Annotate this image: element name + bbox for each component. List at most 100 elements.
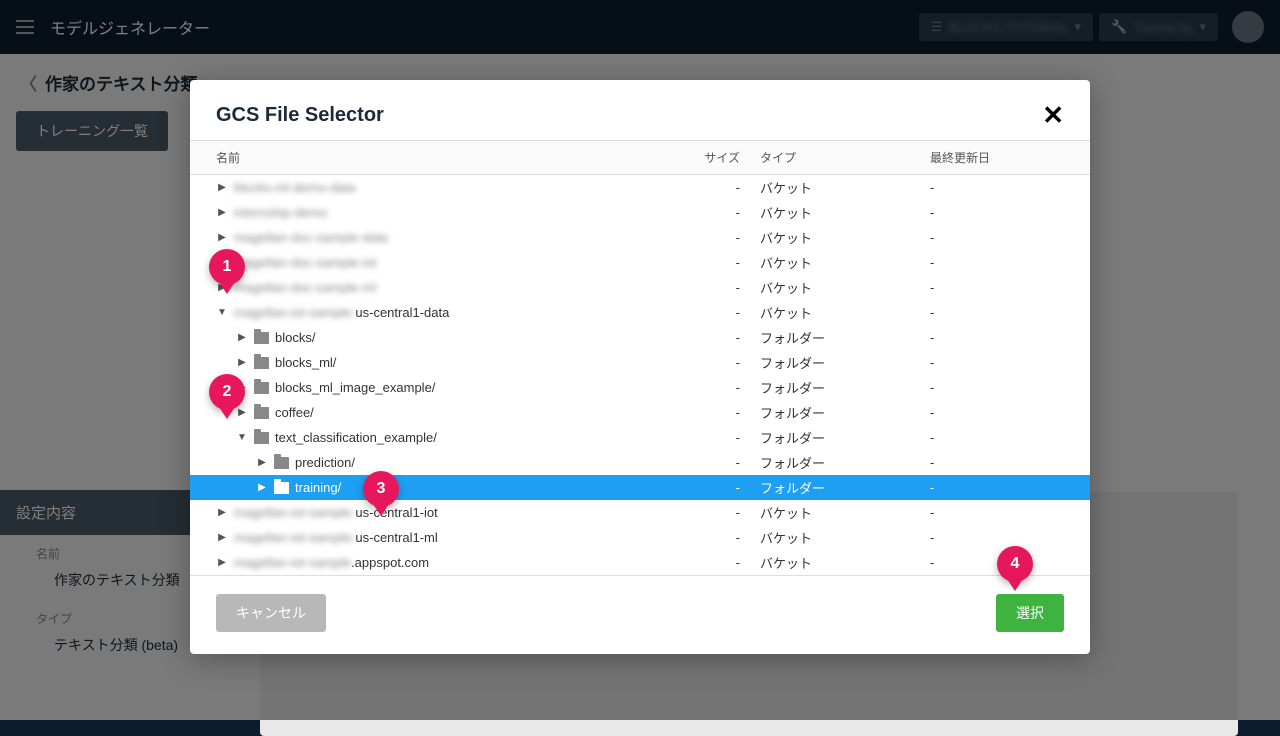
row-date: -	[920, 180, 1090, 195]
callout-3: 3	[363, 471, 399, 517]
row-date: -	[920, 355, 1090, 370]
chevron-right-icon[interactable]	[216, 207, 228, 218]
row-size: -	[690, 505, 750, 520]
gcs-file-selector-modal: GCS File Selector ✕ 名前 サイズ タイプ 最終更新日 blo…	[190, 80, 1090, 654]
row-name: magellan-doc-sample-iot	[234, 255, 376, 270]
table-row[interactable]: blocks/-フォルダー-	[190, 325, 1090, 350]
close-icon[interactable]: ✕	[1042, 102, 1064, 128]
row-date: -	[920, 280, 1090, 295]
modal-title: GCS File Selector	[216, 104, 384, 127]
callout-4: 4	[997, 546, 1033, 592]
table-header: 名前 サイズ タイプ 最終更新日	[190, 140, 1090, 175]
row-type: バケット	[750, 528, 920, 547]
row-type: バケット	[750, 303, 920, 322]
row-name-prefix: magellan-iot-sample-	[234, 530, 355, 545]
callout-2: 2	[209, 374, 245, 420]
row-type: フォルダー	[750, 428, 920, 447]
row-type: フォルダー	[750, 453, 920, 472]
row-type: フォルダー	[750, 403, 920, 422]
folder-icon	[274, 457, 289, 469]
row-name: us-central1-ml	[355, 530, 437, 545]
chevron-right-icon[interactable]	[216, 232, 228, 243]
row-date: -	[920, 205, 1090, 220]
table-row[interactable]: magellan-doc-sample-iot-バケット-	[190, 250, 1090, 275]
row-name: .appspot.com	[351, 555, 429, 570]
row-size: -	[690, 305, 750, 320]
chevron-right-icon[interactable]	[216, 182, 228, 193]
row-type: フォルダー	[750, 378, 920, 397]
row-name: blocks/	[275, 330, 315, 345]
chevron-right-icon[interactable]	[216, 532, 228, 543]
chevron-right-icon[interactable]	[216, 557, 228, 568]
row-date: -	[920, 230, 1090, 245]
file-tree[interactable]: blocks-ml-demo-data-バケット-internship-demo…	[190, 175, 1090, 576]
col-type: タイプ	[750, 149, 920, 166]
row-name: magellan-doc-sample-data	[234, 230, 388, 245]
row-size: -	[690, 230, 750, 245]
table-row[interactable]: prediction/ -フォルダー-	[190, 450, 1090, 475]
row-name: internship-demo	[234, 205, 327, 220]
row-size: -	[690, 555, 750, 570]
row-name: blocks-ml-demo-data	[234, 180, 355, 195]
row-date: -	[920, 480, 1090, 495]
row-size: -	[690, 430, 750, 445]
row-type: バケット	[750, 503, 920, 522]
table-row[interactable]: internship-demo -バケット-	[190, 200, 1090, 225]
folder-icon	[254, 432, 269, 444]
row-size: -	[690, 205, 750, 220]
table-row[interactable]: magellan-iot-sample-us-central1-ml-バケット-	[190, 525, 1090, 550]
row-name: text_classification_example/	[275, 430, 437, 445]
col-date: 最終更新日	[920, 149, 1090, 166]
row-type: バケット	[750, 553, 920, 572]
row-size: -	[690, 280, 750, 295]
row-date: -	[920, 530, 1090, 545]
row-size: -	[690, 380, 750, 395]
chevron-right-icon[interactable]	[216, 507, 228, 518]
row-type: フォルダー	[750, 353, 920, 372]
table-row[interactable]: blocks_ml/-フォルダー-	[190, 350, 1090, 375]
row-date: -	[920, 430, 1090, 445]
cancel-button[interactable]: キャンセル	[216, 594, 326, 632]
chevron-right-icon[interactable]	[256, 482, 268, 493]
table-row[interactable]: coffee/-フォルダー-	[190, 400, 1090, 425]
folder-icon	[274, 482, 289, 494]
chevron-right-icon[interactable]	[256, 457, 268, 468]
row-name: prediction/	[295, 455, 355, 470]
table-row[interactable]: magellan-doc-sample-data -バケット-	[190, 225, 1090, 250]
row-size: -	[690, 355, 750, 370]
row-name: blocks_ml_image_example/	[275, 380, 435, 395]
chevron-down-icon[interactable]	[216, 307, 228, 318]
folder-icon	[254, 332, 269, 344]
chevron-right-icon[interactable]	[236, 332, 248, 343]
row-size: -	[690, 330, 750, 345]
chevron-down-icon[interactable]	[236, 432, 248, 443]
table-row[interactable]: blocks-ml-demo-data -バケット-	[190, 175, 1090, 200]
row-name-prefix: magellan-iot-sample-	[234, 505, 355, 520]
table-row[interactable]: magellan-iot-sample-us-central1-iot-バケット…	[190, 500, 1090, 525]
table-row[interactable]: magellan-doc-sample-ml-バケット-	[190, 275, 1090, 300]
table-row[interactable]: magellan-iot-sample-us-central1-data-バケッ…	[190, 300, 1090, 325]
row-size: -	[690, 455, 750, 470]
row-date: -	[920, 380, 1090, 395]
row-date: -	[920, 255, 1090, 270]
folder-icon	[254, 382, 269, 394]
callout-1: 1	[209, 249, 245, 295]
row-size: -	[690, 405, 750, 420]
table-row[interactable]: magellan-iot-sample.appspot.com-バケット-	[190, 550, 1090, 575]
row-date: -	[920, 330, 1090, 345]
select-button[interactable]: 選択	[996, 594, 1064, 632]
row-type: バケット	[750, 253, 920, 272]
table-row[interactable]: blocks_ml_image_example/ -フォルダー-	[190, 375, 1090, 400]
chevron-right-icon[interactable]	[236, 357, 248, 368]
row-name: training/	[295, 480, 341, 495]
row-type: バケット	[750, 178, 920, 197]
table-row[interactable]: text_classification_example/ -フォルダー-	[190, 425, 1090, 450]
row-type: バケット	[750, 228, 920, 247]
col-name: 名前	[190, 149, 690, 166]
row-date: -	[920, 455, 1090, 470]
row-type: バケット	[750, 203, 920, 222]
row-date: -	[920, 505, 1090, 520]
row-size: -	[690, 480, 750, 495]
table-row[interactable]: training/-フォルダー-	[190, 475, 1090, 500]
row-size: -	[690, 180, 750, 195]
